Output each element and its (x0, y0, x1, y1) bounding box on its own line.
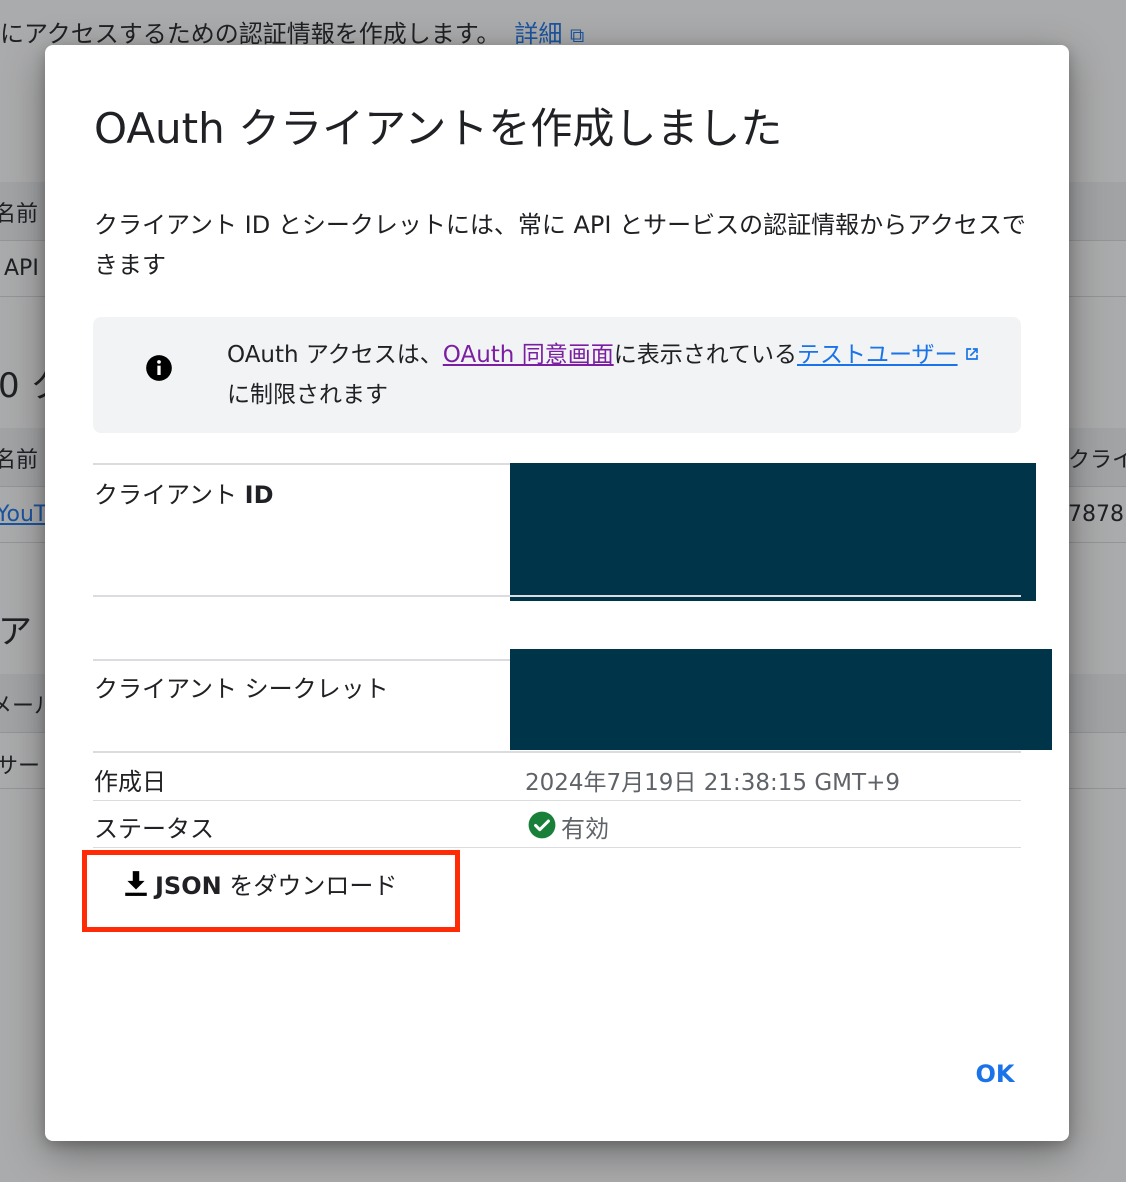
external-link-icon (965, 348, 978, 360)
dialog-description: クライアント ID とシークレットには、常に API とサービスの認証情報からア… (94, 211, 1026, 279)
dialog-title: OAuth クライアントを作成しました (94, 104, 783, 153)
client-secret-redacted (510, 649, 1052, 750)
check-circle-icon (528, 811, 556, 839)
divider (93, 595, 1021, 597)
ok-button[interactable]: OK (967, 1055, 1023, 1093)
status-label: ステータス (94, 815, 214, 843)
annotation-highlight-box (82, 850, 460, 932)
client-id-label: クライアント ID (94, 481, 274, 509)
divider (93, 751, 1021, 753)
oauth-client-created-dialog: OAuth クライアントを作成しました クライアント ID とシークレットには、… (45, 45, 1069, 1141)
created-label: 作成日 (94, 768, 166, 796)
divider (93, 847, 1021, 848)
status-value: 有効 (561, 815, 609, 843)
client-secret-label: クライアント シークレット (94, 675, 389, 703)
client-id-redacted (510, 463, 1036, 601)
access-notice: OAuth アクセスは、OAuth 同意画面に表示されているテストユーザーに制限… (93, 317, 1021, 433)
created-value: 2024年7月19日 21:38:15 GMT+9 (525, 770, 900, 796)
notice-text: OAuth アクセスは、OAuth 同意画面に表示されているテストユーザーに制限… (227, 335, 997, 415)
divider (93, 800, 1021, 801)
test-users-link[interactable]: テストユーザー (797, 342, 982, 368)
consent-screen-link[interactable]: OAuth 同意画面 (443, 342, 614, 368)
info-icon (146, 355, 172, 381)
